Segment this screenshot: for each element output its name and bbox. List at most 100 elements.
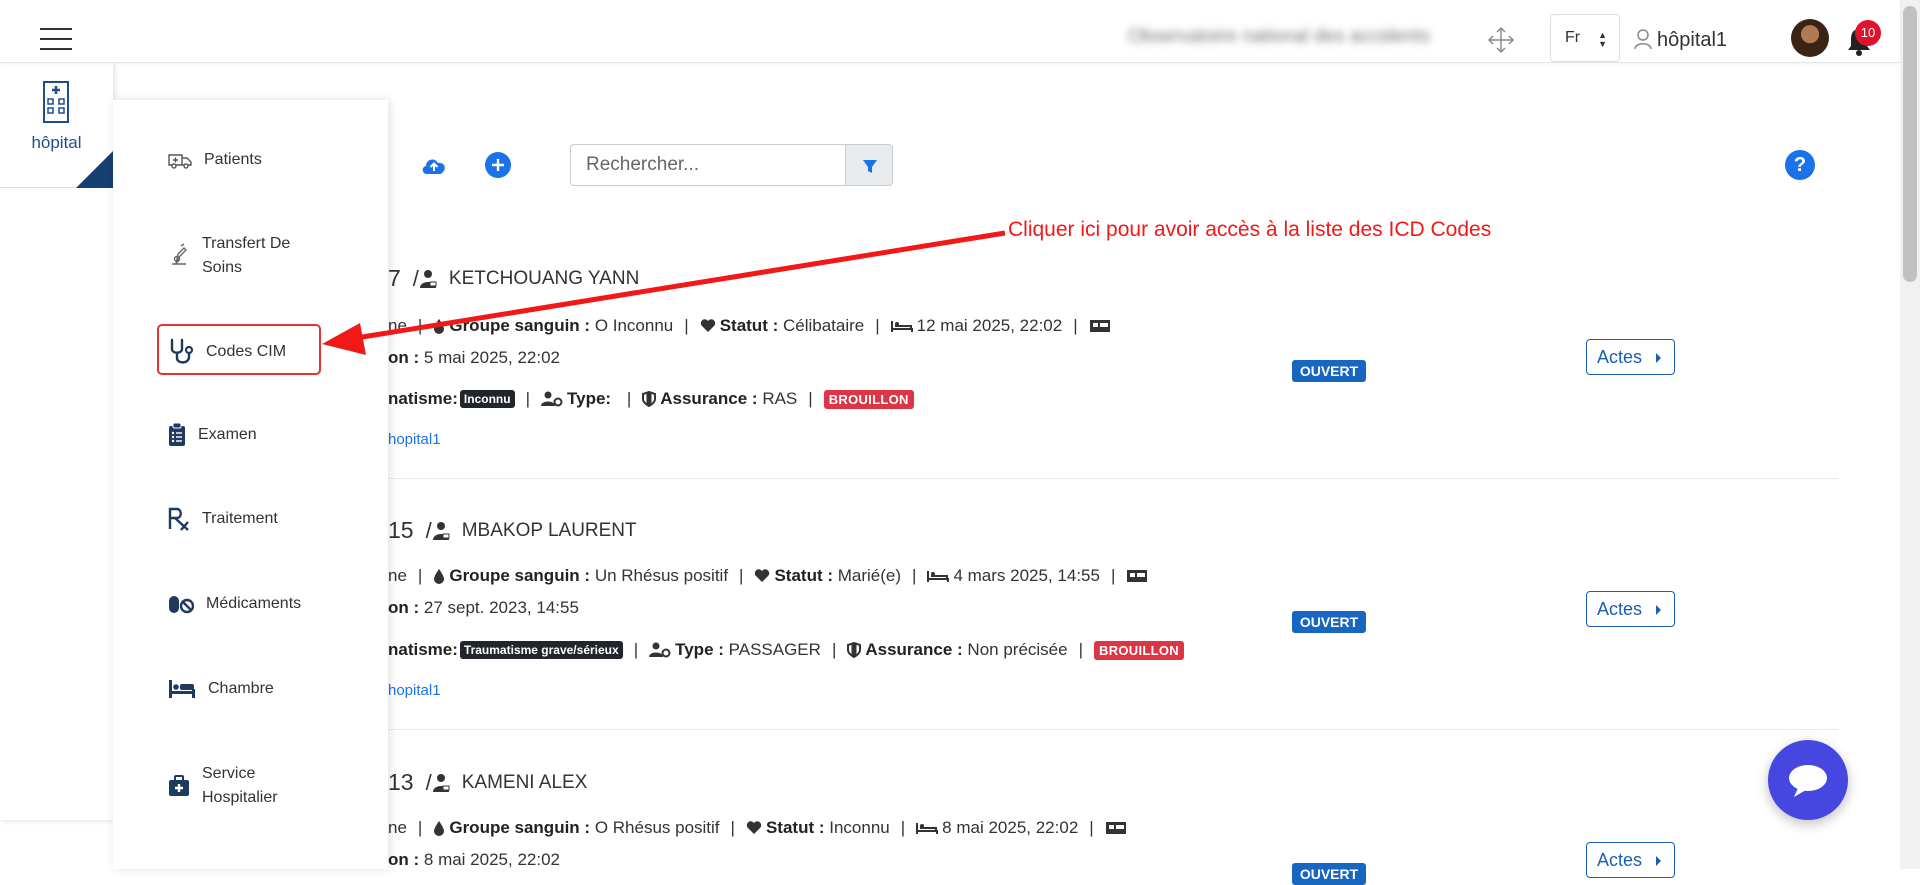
- blood-drop-icon: [434, 569, 445, 584]
- select-arrows-icon: ▲ ▼: [1598, 30, 1607, 49]
- actes-button[interactable]: Actes: [1586, 339, 1675, 375]
- user-icon: [1634, 29, 1652, 50]
- left-sidebar: hôpital: [0, 63, 113, 820]
- menu-item-traitement[interactable]: Traitement: [168, 507, 278, 531]
- avatar[interactable]: [1791, 19, 1829, 57]
- medkit-icon: [169, 775, 189, 796]
- date-label-fragment: on :: [388, 850, 420, 869]
- patient-name[interactable]: KETCHOUANG YANN: [449, 268, 639, 290]
- insurance-label: Assurance :: [660, 389, 758, 408]
- hospital-bed-icon: [1089, 320, 1110, 332]
- heart-icon: [700, 319, 715, 332]
- blood-group-value: Un Rhésus positif: [594, 566, 729, 585]
- hospital-module[interactable]: hôpital: [0, 63, 113, 188]
- pills-icon: [169, 596, 194, 614]
- patient-id[interactable]: 15: [388, 517, 414, 544]
- ambulance-icon: [168, 154, 192, 169]
- blood-group-value: O Inconnu: [594, 316, 674, 335]
- patient-user-icon: [419, 269, 437, 288]
- cloud-upload-icon[interactable]: [420, 154, 448, 176]
- patient-user-icon: [432, 521, 450, 540]
- notification-badge[interactable]: 10: [1855, 20, 1881, 46]
- gender-fragment: ne: [388, 316, 407, 335]
- blood-group-label: Groupe sanguin :: [449, 818, 591, 837]
- menu-item-label: Transfert De Soins: [202, 235, 291, 276]
- admission-date: 8 mai 2025, 22:02: [942, 818, 1079, 837]
- card-divider: [388, 478, 1838, 479]
- caret-right-icon: [1656, 353, 1661, 363]
- card-divider: [388, 729, 1838, 730]
- status-value: Inconnu: [829, 818, 890, 837]
- annotation-text: Cliquer ici pour avoir accès à la liste …: [1008, 218, 1492, 241]
- patient-name[interactable]: MBAKOP LAURENT: [462, 520, 637, 542]
- status-badge: OUVERT: [1292, 611, 1366, 633]
- bed-icon: [890, 321, 913, 332]
- plus-icon: [492, 159, 504, 171]
- menu-item-patients[interactable]: Patients: [168, 148, 262, 172]
- insurance-value: RAS: [762, 389, 798, 408]
- heart-icon: [755, 569, 770, 582]
- filter-button[interactable]: [845, 144, 893, 186]
- patient-card: 15 / MBAKOP LAURENT ne | Groupe sanguin …: [388, 507, 1838, 757]
- menu-item-chambre[interactable]: Chambre: [168, 677, 274, 701]
- hospital-bed-icon: [1105, 822, 1126, 834]
- menu-item-transfer[interactable]: Transfert De Soins: [168, 232, 312, 280]
- creator-link[interactable]: hopital1: [388, 682, 441, 699]
- creator-link[interactable]: hopital1: [388, 431, 441, 448]
- actes-button[interactable]: Actes: [1586, 591, 1675, 627]
- hospital-label: hôpital: [31, 133, 82, 152]
- language-select[interactable]: Fr ▲ ▼: [1550, 14, 1620, 62]
- add-button[interactable]: [485, 152, 511, 178]
- menu-item-label: Service Hospitalier: [202, 765, 278, 806]
- scrollbar-thumb[interactable]: [1903, 6, 1917, 282]
- active-corner-marker: [76, 151, 113, 188]
- blood-group-label: Groupe sanguin :: [449, 316, 591, 335]
- language-value: Fr: [1565, 29, 1581, 46]
- date-label-fragment: on :: [388, 598, 420, 617]
- menu-item-label: Médicaments: [206, 595, 302, 612]
- status-label: Statut :: [765, 818, 825, 837]
- bed-icon: [169, 680, 195, 698]
- actes-label: Actes: [1597, 850, 1643, 870]
- help-button[interactable]: ?: [1785, 150, 1815, 180]
- status-value: Marié(e): [837, 566, 902, 585]
- menu-item-label: Chambre: [208, 680, 274, 697]
- user-cog-icon: [541, 391, 563, 407]
- blood-group-value: O Rhésus positif: [594, 818, 720, 837]
- menu-item-examen[interactable]: Examen: [168, 423, 257, 447]
- blood-group-label: Groupe sanguin :: [449, 566, 591, 585]
- draft-badge: BROUILLON: [1094, 640, 1184, 660]
- patient-id[interactable]: 7: [388, 265, 401, 292]
- blood-drop-icon: [434, 319, 445, 334]
- hamburger-menu-icon[interactable]: [40, 28, 72, 50]
- chat-button[interactable]: [1768, 740, 1848, 820]
- admission-date: 4 mars 2025, 14:55: [953, 566, 1100, 585]
- move-arrows-icon[interactable]: [1487, 26, 1515, 54]
- date-value: 5 mai 2025, 22:02: [423, 348, 560, 367]
- actes-label: Actes: [1597, 347, 1643, 367]
- status-label: Statut :: [774, 566, 834, 585]
- status-label: Statut :: [719, 316, 779, 335]
- patient-id[interactable]: 13: [388, 769, 414, 796]
- menu-item-medicaments[interactable]: Médicaments: [168, 592, 301, 616]
- transfer-icon: [172, 243, 187, 265]
- username[interactable]: hôpital1: [1657, 29, 1727, 52]
- menu-item-label: Examen: [198, 426, 257, 443]
- heart-icon: [746, 821, 762, 834]
- caret-right-icon: [1656, 605, 1661, 615]
- draft-badge: BROUILLON: [823, 389, 914, 409]
- shield-icon: [847, 642, 862, 658]
- codes-cim-highlight-box: [157, 324, 321, 375]
- patient-name[interactable]: KAMENI ALEX: [462, 772, 588, 794]
- actes-button[interactable]: Actes: [1586, 842, 1675, 878]
- search-input[interactable]: [570, 144, 846, 186]
- date-label-fragment: on :: [388, 348, 420, 367]
- admission-date: 12 mai 2025, 22:02: [916, 316, 1063, 335]
- module-menu: Patients Transfert De Soins Codes CIM Ex…: [113, 100, 388, 869]
- date-value: 8 mai 2025, 22:02: [423, 850, 560, 869]
- menu-item-service-hospitalier[interactable]: Service Hospitalier: [168, 762, 312, 810]
- patient-card: 13 / KAMENI ALEX ne | Groupe sanguin : O…: [388, 759, 1838, 885]
- trauma-badge: Inconnu: [459, 390, 515, 408]
- status-value: Célibataire: [782, 316, 865, 335]
- hospital-bed-icon: [1127, 570, 1148, 582]
